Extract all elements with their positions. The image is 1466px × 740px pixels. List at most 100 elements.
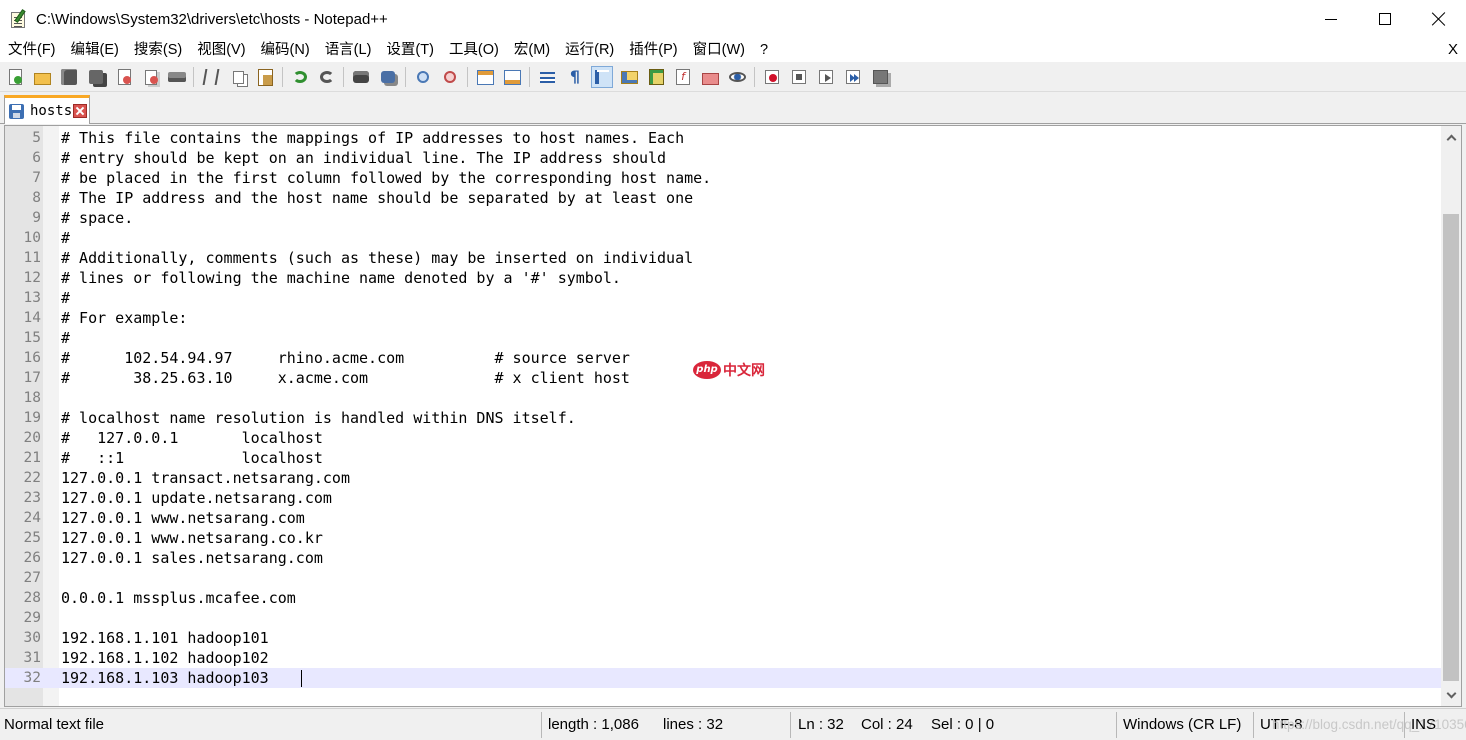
open-file-button[interactable] — [31, 66, 53, 88]
save-button[interactable] — [58, 66, 80, 88]
paste-icon — [255, 67, 275, 87]
window-title: C:\Windows\System32\drivers\etc\hosts - … — [36, 10, 388, 28]
tab-bar: hosts — [0, 92, 1466, 124]
code-line[interactable]: 20 # 127.0.0.1 localhost — [5, 428, 1441, 448]
code-line[interactable]: 23 127.0.0.1 update.netsarang.com — [5, 488, 1441, 508]
minimize-button[interactable] — [1304, 0, 1358, 38]
status-eol[interactable]: Windows (CR LF) — [1123, 709, 1241, 740]
menu-edit[interactable]: 编辑(E) — [63, 38, 126, 62]
code-line[interactable]: 21 # ::1 localhost — [5, 448, 1441, 468]
editor[interactable]: 5 # This file contains the mappings of IP… — [4, 125, 1462, 707]
monitoring-button[interactable] — [726, 66, 748, 88]
line-number: 12 — [23, 270, 41, 286]
status-insert-mode[interactable]: INS — [1411, 709, 1436, 740]
sync-horizontal-button[interactable] — [501, 66, 523, 88]
code-line[interactable]: 15 # — [5, 328, 1441, 348]
menu-language[interactable]: 语言(L) — [317, 38, 379, 62]
sync-vertical-button[interactable] — [474, 66, 496, 88]
paste-button[interactable] — [254, 66, 276, 88]
maximize-button[interactable] — [1358, 0, 1412, 38]
zoom-in-button[interactable] — [412, 66, 434, 88]
menu-run[interactable]: 运行(R) — [557, 38, 621, 62]
undo-button[interactable] — [289, 66, 311, 88]
menu-plugins[interactable]: 插件(P) — [621, 38, 684, 62]
menu-macro[interactable]: 宏(M) — [506, 38, 557, 62]
scrollbar-thumb[interactable] — [1443, 214, 1459, 681]
user-defined-language-button[interactable] — [618, 66, 640, 88]
cut-button[interactable] — [200, 66, 222, 88]
code-line[interactable]: 8 # The IP address and the host name shou… — [5, 188, 1441, 208]
code-line[interactable]: 10 # — [5, 228, 1441, 248]
redo-button[interactable] — [316, 66, 338, 88]
menu-view[interactable]: 视图(V) — [189, 38, 252, 62]
code-line[interactable]: 31 192.168.1.102 hadoop102 — [5, 648, 1441, 668]
record-macro-button[interactable] — [761, 66, 783, 88]
code-line[interactable]: 7 # be placed in the first column followe… — [5, 168, 1441, 188]
close-window-button[interactable] — [1412, 0, 1466, 38]
code-line[interactable]: 6 # entry should be kept on an individual… — [5, 148, 1441, 168]
code-line[interactable]: 5 # This file contains the mappings of IP… — [5, 128, 1441, 148]
playback-macro-icon — [816, 67, 836, 87]
code-line[interactable]: 18 — [5, 388, 1441, 408]
toolbar-separator — [343, 67, 344, 87]
replace-icon — [378, 67, 398, 87]
line-text: # This file contains the mappings of IP … — [61, 129, 685, 147]
folder-as-workspace-button[interactable] — [699, 66, 721, 88]
code-line[interactable]: 24 127.0.0.1 www.netsarang.com — [5, 508, 1441, 528]
code-line[interactable]: 29 — [5, 608, 1441, 628]
new-file-button[interactable] — [4, 66, 26, 88]
menu-encoding[interactable]: 编码(N) — [253, 38, 317, 62]
toolbar-separator — [405, 67, 406, 87]
code-line[interactable]: 14 # For example: — [5, 308, 1441, 328]
close-document-button[interactable]: X — [1448, 38, 1458, 62]
toolbar-separator — [193, 67, 194, 87]
code-line[interactable]: 19 # localhost name resolution is handled… — [5, 408, 1441, 428]
code-line[interactable]: 27 — [5, 568, 1441, 588]
code-line[interactable]: 28 0.0.0.1 mssplus.mcafee.com — [5, 588, 1441, 608]
scroll-down-button[interactable] — [1441, 686, 1461, 704]
scroll-up-button[interactable] — [1441, 128, 1461, 146]
find-button[interactable] — [350, 66, 372, 88]
menu-settings[interactable]: 设置(T) — [378, 38, 441, 62]
run-macro-multiple-button[interactable] — [842, 66, 864, 88]
save-icon — [59, 67, 79, 87]
save-all-button[interactable] — [85, 66, 107, 88]
indent-guide-button[interactable] — [591, 66, 613, 88]
line-number: 18 — [23, 390, 41, 406]
code-line[interactable]: 13 # — [5, 288, 1441, 308]
playback-macro-button[interactable] — [815, 66, 837, 88]
show-all-characters-button[interactable]: ¶ — [564, 66, 586, 88]
save-macro-button[interactable] — [869, 66, 891, 88]
code-line[interactable]: 30 192.168.1.101 hadoop101 — [5, 628, 1441, 648]
menu-window[interactable]: 窗口(W) — [685, 38, 752, 62]
code-line[interactable]: 11 # Additionally, comments (such as thes… — [5, 248, 1441, 268]
menu-search[interactable]: 搜索(S) — [126, 38, 189, 62]
close-all-button[interactable] — [140, 66, 162, 88]
copy-button[interactable] — [227, 66, 249, 88]
tab-hosts[interactable]: hosts — [4, 95, 90, 124]
menu-help[interactable]: ? — [752, 38, 775, 62]
print-button[interactable] — [166, 66, 188, 88]
code-line[interactable]: 32 192.168.1.103 hadoop103 — [5, 668, 1441, 688]
replace-button[interactable] — [377, 66, 399, 88]
vertical-scrollbar[interactable] — [1441, 126, 1461, 706]
toolbar: ¶ f — [0, 62, 1466, 92]
code-line[interactable]: 22 127.0.0.1 transact.netsarang.com — [5, 468, 1441, 488]
close-button[interactable] — [113, 66, 135, 88]
code-line[interactable]: 12 # lines or following the machine name … — [5, 268, 1441, 288]
document-map-button[interactable] — [645, 66, 667, 88]
word-wrap-button[interactable] — [536, 66, 558, 88]
code-line[interactable]: 26 127.0.0.1 sales.netsarang.com — [5, 548, 1441, 568]
function-list-button[interactable]: f — [672, 66, 694, 88]
line-text: # lines or following the machine name de… — [61, 269, 621, 287]
tab-close-icon[interactable] — [73, 104, 88, 118]
undo-icon — [290, 67, 310, 87]
code-line[interactable]: 9 # space. — [5, 208, 1441, 228]
line-text: 127.0.0.1 www.netsarang.co.kr — [61, 529, 323, 547]
stop-recording-button[interactable] — [788, 66, 810, 88]
line-text: # be placed in the first column followed… — [61, 169, 712, 187]
zoom-out-button[interactable] — [439, 66, 461, 88]
menu-tools[interactable]: 工具(O) — [441, 38, 506, 62]
menu-file[interactable]: 文件(F) — [0, 38, 63, 62]
code-line[interactable]: 25 127.0.0.1 www.netsarang.co.kr — [5, 528, 1441, 548]
